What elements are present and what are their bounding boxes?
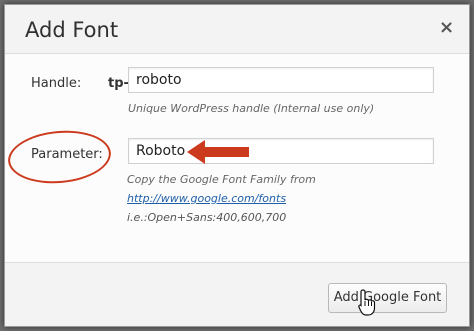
close-icon[interactable]: × [439,19,454,37]
google-fonts-link[interactable]: http://www.google.com/fonts [127,192,286,205]
handle-description: Unique WordPress handle (Internal use on… [128,102,375,115]
handle-input[interactable]: roboto [128,67,434,93]
dialog-titlebar: Add Font × [5,5,469,54]
parameter-input[interactable]: Roboto [128,138,434,164]
handle-prefix: tp- [108,76,129,91]
dialog-title: Add Font [25,18,119,42]
dialog-footer: Add Google Font [5,262,469,326]
pointer-arrow-icon [187,140,249,164]
parameter-label: Parameter: [31,147,103,162]
add-google-font-button[interactable]: Add Google Font [328,283,447,313]
parameter-example: i.e.:Open+Sans:400,600,700 [127,211,287,224]
hand-cursor-icon [358,289,376,316]
add-font-dialog: Add Font × Handle: tp- roboto Unique Wor… [4,4,470,327]
handle-label: Handle: [31,76,82,91]
parameter-description: Copy the Google Font Family from [127,173,316,186]
